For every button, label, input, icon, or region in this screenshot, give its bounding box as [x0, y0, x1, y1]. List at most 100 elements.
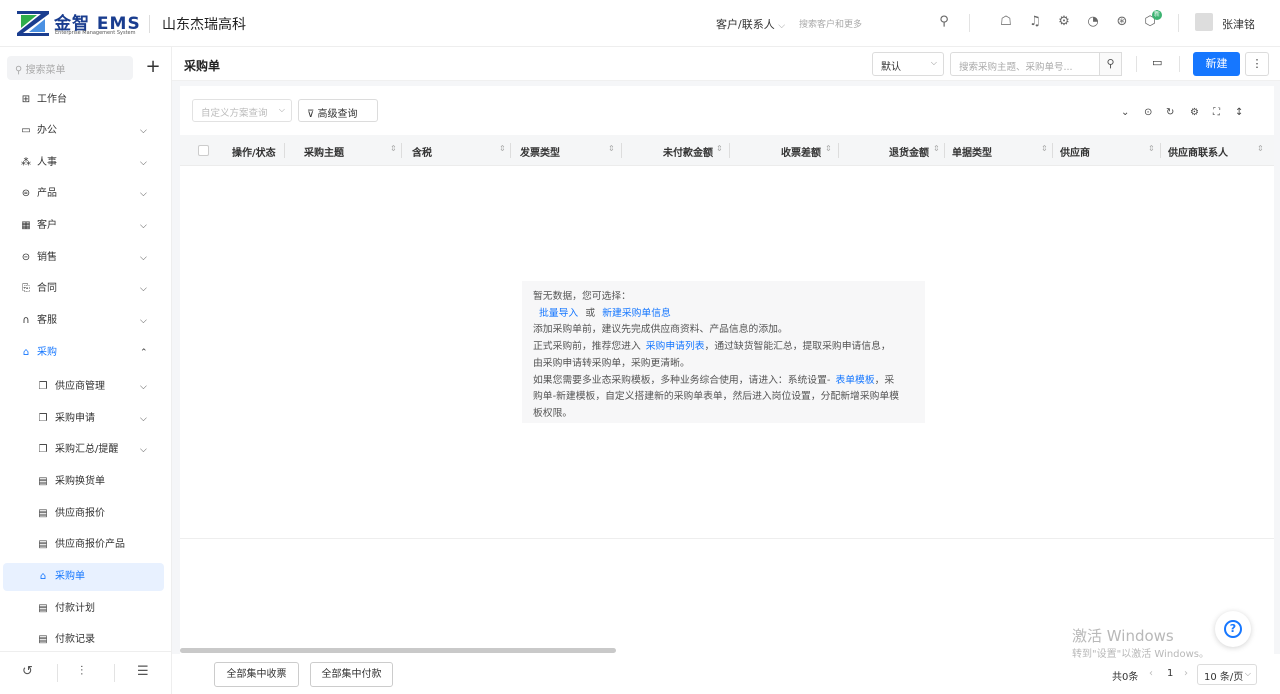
username[interactable]: 张津铭	[1222, 16, 1255, 32]
sidebar-item-hr[interactable]: ⁂ 人事 ⌵	[0, 149, 172, 177]
new-button[interactable]: 新建	[1193, 52, 1240, 76]
pay-all-button[interactable]: 全部集中付款	[310, 662, 393, 687]
refresh-icon[interactable]: ↻	[1166, 107, 1174, 118]
column-header-tax[interactable]: 含税	[412, 144, 432, 159]
more-options-button[interactable]: ⋮	[1245, 52, 1269, 76]
prev-page-icon[interactable]: ‹	[1149, 668, 1153, 679]
chevron-down-icon: ⌵	[930, 58, 937, 67]
empty-state-text: 板权限。	[533, 407, 573, 419]
search-icon[interactable]: ⚲	[936, 14, 952, 30]
sidebar-item-contract[interactable]: ⎘ 合同 ⌵	[0, 275, 172, 303]
sort-icon[interactable]: ⇕	[499, 144, 506, 153]
sidebar-item-service[interactable]: ∩ 客服 ⌵	[0, 307, 172, 335]
search-scope-select[interactable]: 客户/联系人 ⌵	[716, 16, 785, 32]
document-icon: ▤	[38, 508, 48, 519]
empty-state-text: ，通过缺货智能汇总，提取采购申请信息，	[704, 341, 891, 353]
sort-icon[interactable]: ⇕	[390, 144, 397, 153]
order-search-input[interactable]: 搜索采购主题、采购单号...	[950, 52, 1122, 76]
sidebar-item-label: 产品	[37, 188, 57, 199]
chevron-down-icon: ⌵	[140, 445, 147, 455]
office-icon: ▭	[21, 125, 31, 136]
batch-import-link[interactable]: 批量导入	[539, 308, 578, 319]
sidebar-subitem-purchase-summary[interactable]: ❐ 采购汇总/提醒 ⌵	[0, 436, 172, 464]
sidebar-subitem-supplier-management[interactable]: ❐ 供应商管理 ⌵	[0, 373, 172, 401]
select-all-checkbox[interactable]	[198, 145, 209, 156]
sort-icon[interactable]: ⇕	[933, 144, 940, 153]
current-page[interactable]: 1	[1167, 668, 1173, 679]
purchase-request-list-link[interactable]: 采购申请列表	[646, 341, 705, 352]
monitor-icon[interactable]: ▭	[1152, 56, 1162, 69]
history-icon[interactable]: ↺	[22, 664, 33, 679]
row-height-icon[interactable]: ↕	[1235, 107, 1243, 118]
sidebar-subitem-purchase-request[interactable]: ❐ 采购申请 ⌵	[0, 405, 172, 433]
column-header-return-amount[interactable]: 退货金额	[889, 144, 929, 159]
add-menu-button[interactable]: +	[141, 56, 165, 80]
sidebar-subitem-supplier-quote[interactable]: ▤ 供应商报价	[0, 500, 172, 528]
sort-icon[interactable]: ⇕	[1148, 144, 1155, 153]
collapse-all-icon[interactable]: ⌄	[1121, 107, 1129, 118]
next-page-icon[interactable]: ›	[1184, 668, 1188, 679]
column-divider	[729, 143, 730, 158]
sidebar-item-label: 合同	[37, 283, 57, 294]
column-header-unpaid-amount[interactable]: 未付款金额	[663, 144, 713, 159]
column-header-supplier[interactable]: 供应商	[1060, 144, 1090, 159]
sort-icon[interactable]: ⇕	[716, 144, 723, 153]
column-header-invoice-difference[interactable]: 收票差额	[781, 144, 821, 159]
sidebar-item-customer[interactable]: ▦ 客户 ⌵	[0, 212, 172, 240]
page-size-value: 10 条/页	[1204, 672, 1244, 683]
collect-all-invoices-button[interactable]: 全部集中收票	[214, 662, 299, 687]
search-button[interactable]: ⚲	[1099, 52, 1122, 76]
fullscreen-icon[interactable]: ⛶	[1213, 107, 1220, 118]
sidebar-subitem-purchase-exchange[interactable]: ▤ 采购换货单	[0, 468, 172, 496]
bell-icon[interactable]: ♫	[1027, 14, 1043, 30]
column-header-document-type[interactable]: 单据类型	[952, 144, 992, 159]
column-header-subject[interactable]: 采购主题	[304, 144, 344, 159]
form-template-link[interactable]: 表单模板	[835, 375, 874, 386]
sidebar-subitem-payment-plan[interactable]: ▤ 付款计划	[0, 595, 172, 623]
sidebar-item-label: 采购申请	[55, 413, 95, 424]
sort-icon[interactable]: ⇕	[1041, 144, 1048, 153]
sidebar-subitem-payment-records[interactable]: ▤ 付款记录	[0, 626, 172, 654]
sidebar-item-product[interactable]: ⊜ 产品 ⌵	[0, 180, 172, 208]
menu-search-input[interactable]: ⚲ 搜索菜单	[7, 56, 133, 80]
sidebar-subitem-purchase-order[interactable]: ⌂ 采购单	[3, 563, 164, 591]
advanced-query-button[interactable]: ⊽ 高级查询	[298, 99, 378, 122]
sidebar-item-label: 供应商报价产品	[55, 539, 125, 550]
ems-logo-icon[interactable]	[17, 11, 49, 36]
column-header-supplier-contact[interactable]: 供应商联系人	[1168, 144, 1228, 159]
sort-icon[interactable]: ⇕	[1257, 144, 1264, 153]
sidebar: ⚲ 搜索菜单 + ⊞ 工作台 ▭ 办公 ⌵ ⁂ 人事 ⌵ ⊜ 产品 ⌵ ▦ 客户 ⌵ ⊝ 销售 ⌵ ⎘…	[0, 47, 172, 694]
service-icon: ∩	[22, 315, 30, 326]
sort-icon[interactable]: ⇕	[825, 144, 832, 153]
custom-query-placeholder: 自定义方案查询	[201, 108, 268, 119]
horizontal-scrollbar[interactable]	[180, 648, 616, 653]
settings-icon[interactable]: ⚙	[1190, 107, 1199, 118]
chart-pie-icon[interactable]: ◔	[1085, 14, 1101, 30]
view-select[interactable]: 默认 ⌵	[872, 52, 944, 76]
column-header-invoice-type[interactable]: 发票类型	[520, 144, 560, 159]
or-text: 或	[585, 307, 596, 319]
sidebar-item-workbench[interactable]: ⊞ 工作台	[0, 86, 172, 114]
sidebar-item-office[interactable]: ▭ 办公 ⌵	[0, 117, 172, 145]
divider	[149, 15, 150, 33]
sliders-icon[interactable]: ⫶	[80, 664, 83, 679]
page-size-select[interactable]: 10 条/页 ⌵	[1197, 664, 1257, 685]
sidebar-subitem-supplier-quote-products[interactable]: ▤ 供应商报价产品	[0, 531, 172, 559]
sidebar-item-label: 采购换货单	[55, 476, 105, 487]
compass-icon[interactable]: ⊛	[1114, 14, 1130, 30]
gear-icon[interactable]: ⚙	[1056, 14, 1072, 30]
sidebar-item-purchase[interactable]: ⌂ 采购 ⌃	[0, 339, 172, 367]
sidebar-item-label: 付款计划	[55, 603, 95, 614]
menu-collapse-icon[interactable]: ☰	[137, 664, 149, 679]
sidebar-item-sales[interactable]: ⊝ 销售 ⌵	[0, 244, 172, 272]
contacts-icon[interactable]: ☖	[998, 14, 1014, 30]
play-circle-icon[interactable]: ⊙	[1144, 107, 1152, 118]
empty-state: 暂无数据，您可选择： 批量导入 或 新建采购单信息 添加采购单前，建议先完成供应…	[522, 281, 925, 423]
new-purchase-order-link[interactable]: 新建采购单信息	[602, 308, 671, 319]
custom-query-select[interactable]: 自定义方案查询 ⌵	[192, 99, 292, 122]
help-button[interactable]: ?	[1215, 611, 1251, 647]
global-search-input[interactable]: 搜索客户和更多	[799, 17, 862, 30]
sort-icon[interactable]: ⇕	[608, 144, 615, 153]
empty-state-text: ，采	[874, 374, 895, 386]
avatar[interactable]	[1195, 13, 1213, 31]
